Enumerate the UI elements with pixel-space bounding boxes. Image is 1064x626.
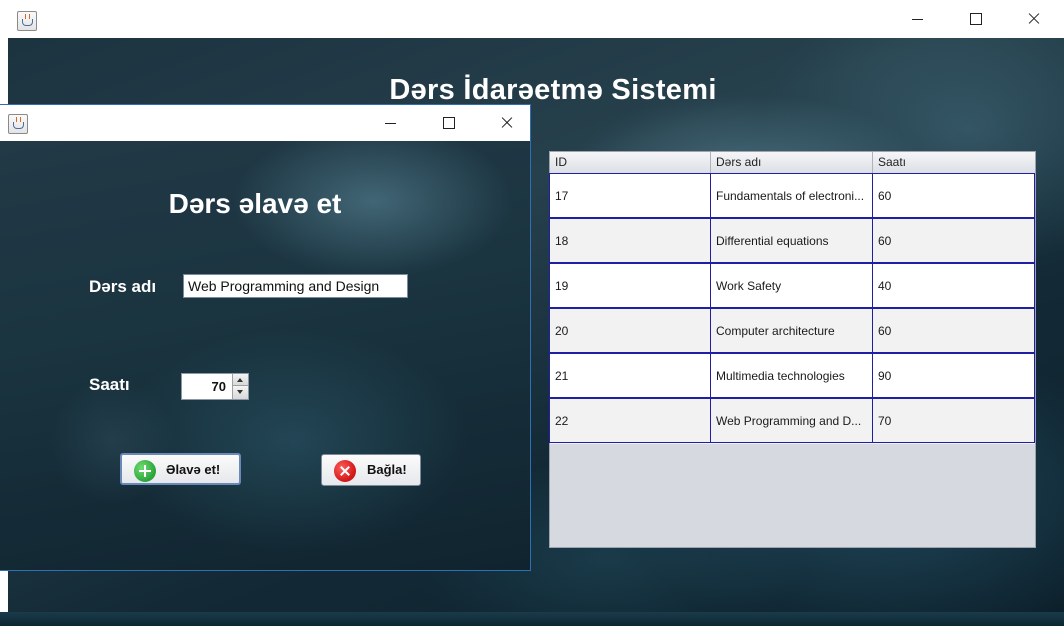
cell-name[interactable]: Work Safety <box>710 263 873 308</box>
lesson-name-input[interactable] <box>183 274 408 298</box>
cell-name[interactable]: Differential equations <box>710 218 873 263</box>
arrow-down-icon <box>237 390 243 394</box>
lesson-name-label: Dərs adı <box>89 277 157 296</box>
cell-name[interactable]: Fundamentals of electroni... <box>710 173 873 218</box>
spinner-down-button[interactable] <box>232 386 248 399</box>
cell-name[interactable]: Computer architecture <box>710 308 873 353</box>
table-header: ID Dərs adı Saatı <box>550 152 1035 174</box>
cell-hours[interactable]: 70 <box>872 398 1035 443</box>
cell-id[interactable]: 17 <box>549 173 711 218</box>
dialog-content: Dərs əlavə et Dərs adı Saatı 70 Əlavə et… <box>0 141 530 570</box>
java-cup-icon <box>17 11 37 31</box>
cell-hours[interactable]: 40 <box>872 263 1035 308</box>
dialog-heading: Dərs əlavə et <box>168 188 342 219</box>
cell-name[interactable]: Multimedia technologies <box>710 353 873 398</box>
dialog-minimize-button[interactable] <box>363 105 421 141</box>
close-circle-icon <box>334 460 356 482</box>
table-row[interactable]: 19 Work Safety 40 <box>549 263 1035 309</box>
add-button-label: Əlavə et! <box>166 462 221 477</box>
cell-id[interactable]: 18 <box>549 218 711 263</box>
add-lesson-dialog: Dərs əlavə et Dərs adı Saatı 70 Əlavə et… <box>0 104 531 571</box>
lessons-table[interactable]: ID Dərs adı Saatı 17 Fundamentals of ele… <box>549 151 1036 548</box>
cell-hours[interactable]: 90 <box>872 353 1035 398</box>
hours-spinner[interactable]: 70 <box>181 373 249 400</box>
column-header-id[interactable]: ID <box>550 152 711 173</box>
maximize-icon <box>443 117 455 129</box>
cell-hours[interactable]: 60 <box>872 308 1035 353</box>
table-row[interactable]: 18 Differential equations 60 <box>549 218 1035 264</box>
dialog-maximize-button[interactable] <box>421 105 479 141</box>
minimize-icon <box>385 123 396 124</box>
plus-icon <box>134 460 156 482</box>
add-button[interactable]: Əlavə et! <box>120 453 241 485</box>
dialog-close-button[interactable] <box>479 105 530 141</box>
app-title: Dərs İdarəetmə Sistemi <box>389 74 717 106</box>
cell-id[interactable]: 21 <box>549 353 711 398</box>
close-dialog-label: Bağla! <box>367 462 407 477</box>
close-button[interactable] <box>1006 0 1064 38</box>
maximize-button[interactable] <box>948 0 1006 38</box>
table-row[interactable]: 17 Fundamentals of electroni... 60 <box>549 173 1035 219</box>
cell-id[interactable]: 22 <box>549 398 711 443</box>
maximize-icon <box>970 13 982 25</box>
main-titlebar[interactable] <box>8 0 1064 38</box>
column-header-hours[interactable]: Saatı <box>873 152 1035 173</box>
cell-id[interactable]: 20 <box>549 308 711 353</box>
table-row[interactable]: 21 Multimedia technologies 90 <box>549 353 1035 399</box>
table-row[interactable]: 22 Web Programming and D... 70 <box>549 398 1035 444</box>
table-row[interactable]: 20 Computer architecture 60 <box>549 308 1035 354</box>
dialog-titlebar[interactable] <box>0 105 530 141</box>
cell-hours[interactable]: 60 <box>872 173 1035 218</box>
spinner-up-button[interactable] <box>232 374 248 386</box>
background-edge <box>0 612 1064 626</box>
arrow-up-icon <box>237 378 243 382</box>
cell-name[interactable]: Web Programming and D... <box>710 398 873 443</box>
minimize-button[interactable] <box>890 0 948 38</box>
hours-value[interactable]: 70 <box>182 374 230 399</box>
java-cup-icon <box>8 114 28 134</box>
hours-label: Saatı <box>89 375 130 394</box>
cell-hours[interactable]: 60 <box>872 218 1035 263</box>
minimize-icon <box>912 19 923 20</box>
close-dialog-button[interactable]: Bağla! <box>321 454 421 486</box>
cell-id[interactable]: 19 <box>549 263 711 308</box>
column-header-name[interactable]: Dərs adı <box>711 152 873 173</box>
